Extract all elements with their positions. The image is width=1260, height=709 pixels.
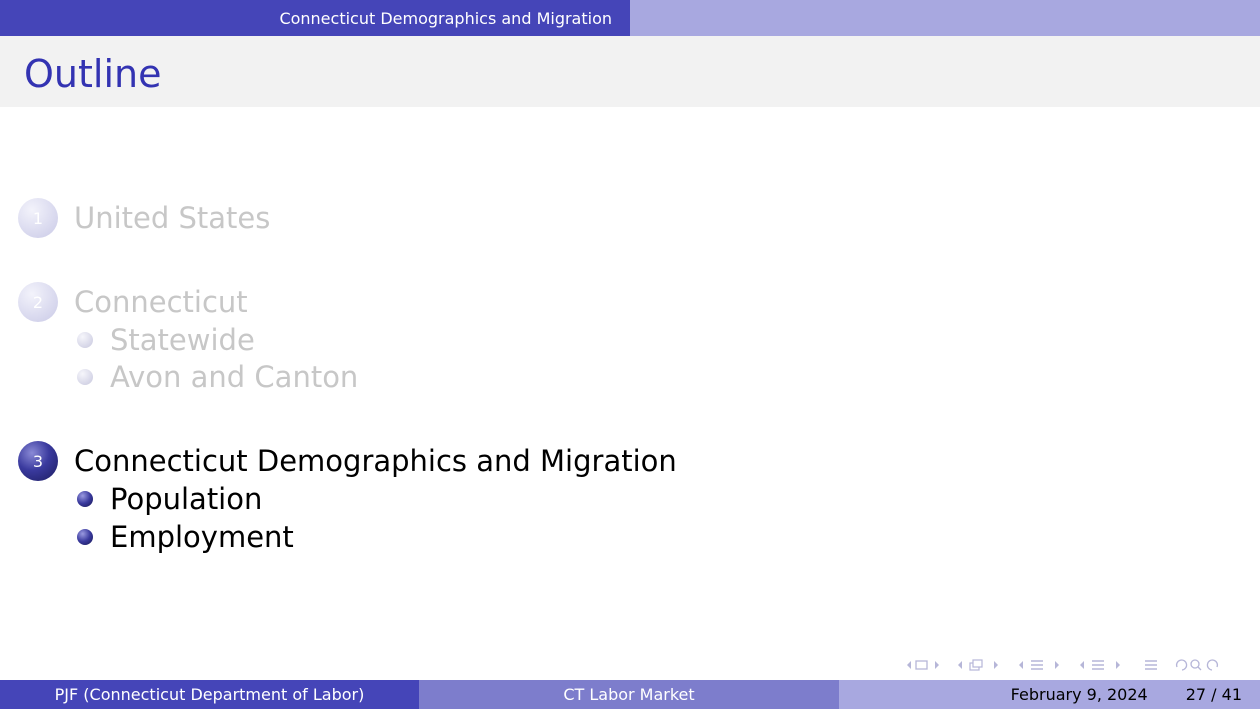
toc-section-2[interactable]: 2 Connecticut [18, 282, 248, 322]
outline-icon[interactable] [1139, 658, 1163, 672]
footer-short-title: CT Labor Market [419, 680, 839, 709]
section-number-ball: 2 [18, 282, 58, 322]
toc-subsection-population[interactable]: Population [77, 481, 262, 517]
search-icon[interactable] [1174, 658, 1220, 672]
section-number-ball: 1 [18, 198, 58, 238]
bullet-icon [77, 529, 93, 545]
toc-subsection-label[interactable]: Employment [110, 520, 294, 554]
bullet-icon [77, 332, 93, 348]
toc-subsection-label[interactable]: Statewide [110, 323, 255, 357]
toc-subsection-label[interactable]: Population [110, 482, 262, 516]
beamer-navigation-bar [905, 655, 1250, 675]
toc-section-1[interactable]: 1 United States [18, 198, 270, 238]
toc-subsection-employment[interactable]: Employment [77, 519, 294, 555]
toc-section-3[interactable]: 3 Connecticut Demographics and Migration [18, 441, 677, 481]
toc-subsection-label[interactable]: Avon and Canton [110, 360, 358, 394]
bullet-icon [77, 369, 93, 385]
footer-date-page: February 9, 2024 27 / 41 [839, 680, 1260, 709]
subsection-nav-icon[interactable] [956, 658, 1006, 672]
toc-subsection-avon-canton[interactable]: Avon and Canton [77, 359, 358, 395]
toc-subsection-statewide[interactable]: Statewide [77, 322, 255, 358]
footline-bar: PJF (Connecticut Department of Labor) CT… [0, 680, 1260, 709]
footer-date: February 9, 2024 [1010, 685, 1148, 704]
bullet-icon [77, 491, 93, 507]
frame-nav-icon[interactable] [905, 658, 945, 672]
footer-page-number: 27 / 41 [1185, 685, 1242, 704]
toc-section-label[interactable]: Connecticut Demographics and Migration [74, 444, 677, 478]
toc-section-label[interactable]: Connecticut [74, 285, 248, 319]
toc-section-label[interactable]: United States [74, 201, 270, 235]
table-of-contents: 1 United States 2 Connecticut Statewide … [0, 0, 1260, 709]
section-nav-icon[interactable] [1017, 658, 1067, 672]
footer-author: PJF (Connecticut Department of Labor) [0, 680, 419, 709]
section-number-ball: 3 [18, 441, 58, 481]
presentation-nav-icon[interactable] [1078, 658, 1128, 672]
